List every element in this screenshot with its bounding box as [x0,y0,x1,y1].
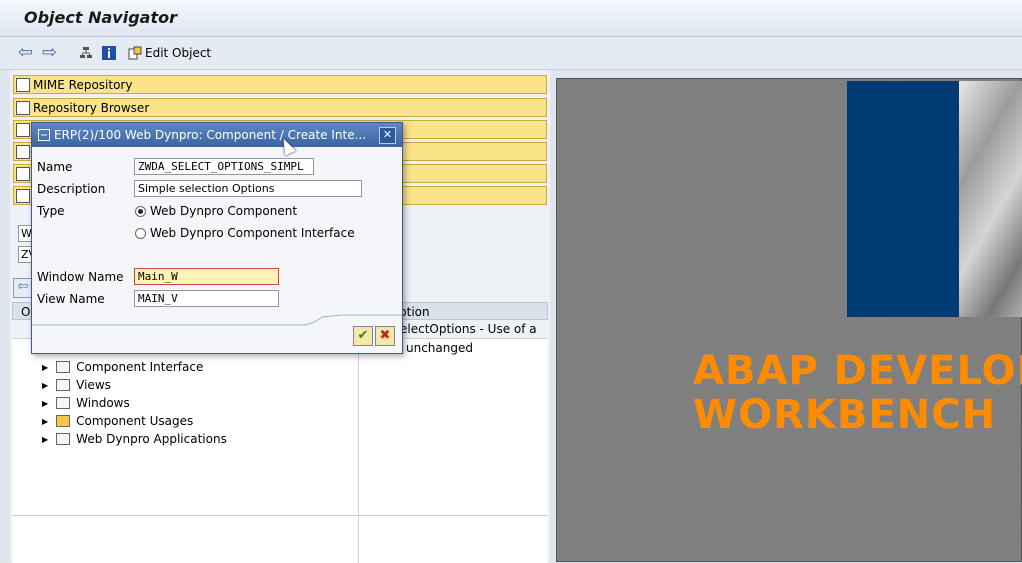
back-button[interactable]: ⇦ [18,44,33,62]
view-name-field[interactable]: MAIN_V [134,290,279,307]
component-usages-icon [56,415,71,427]
tree-item-label: Component Usages [76,414,194,428]
radio-label: Web Dynpro Component [150,204,298,218]
repository-browser-label: Repository Browser [33,100,150,115]
edit-object-icon [128,46,142,60]
tree-back-button[interactable]: ⇦ [13,278,33,298]
create-icon [38,129,50,141]
repository-browser-icon [16,100,30,115]
mime-icon [16,77,30,92]
transport-icon [16,166,30,181]
dialog-title: ERP(2)/100 Web Dynpro: Component / Creat… [54,128,367,142]
radio-web-dynpro-component-interface[interactable]: Web Dynpro Component Interface [135,226,355,240]
workbench-banner: ABAP DEVELOPER WORKBENCH [556,78,1022,562]
name-label: Name [37,160,73,174]
component-interface-icon [56,361,71,373]
tree-item-label: Windows [76,396,130,410]
description-label: Description [37,182,106,196]
tree-item-views[interactable]: ▶ Views [42,376,111,394]
list-icon [16,188,30,203]
cancel-button[interactable]: ✖ [375,326,395,346]
type-label: Type [37,204,65,218]
hierarchy-button[interactable] [79,44,93,62]
tree-item-component-interface[interactable]: ▶ Component Interface [42,358,203,376]
expand-icon[interactable]: ▶ [42,399,48,408]
edit-object-label: Edit Object [145,46,212,60]
banner-line-1: ABAP DEVELOPER [693,349,1022,394]
expand-icon[interactable]: ▶ [42,363,48,372]
expand-icon[interactable]: ▶ [42,381,48,390]
tree-item-label: Web Dynpro Applications [76,432,227,446]
repository-browser-button[interactable]: Repository Browser [13,98,547,117]
radio-web-dynpro-component[interactable]: Web Dynpro Component [135,204,297,218]
forward-button[interactable]: ⇨ [42,44,57,62]
page-title: Object Navigator [24,8,177,27]
document-icon [16,144,30,159]
banner-line-2: WORKBENCH [693,392,997,437]
name-field[interactable]: ZWDA_SELECT_OPTIONS_SIMPL [134,158,314,175]
info-button[interactable] [102,44,116,62]
windows-icon [56,397,71,409]
banner-image [959,81,1022,317]
arrow-right-icon: ⇨ [42,42,58,63]
dialog-separator [32,314,402,326]
close-icon: ✕ [382,128,393,141]
tree-divider [12,515,548,516]
banner-text: ABAP DEVELOPER WORKBENCH [693,349,1022,437]
mime-repository-button[interactable]: MIME Repository [13,75,547,94]
banner-blue-block [847,81,959,317]
expand-icon[interactable]: ▶ [42,435,48,444]
views-icon [56,379,71,391]
mime-repository-label: MIME Repository [33,77,133,92]
view-name-label: View Name [37,292,105,306]
window-name-label: Window Name [37,270,124,284]
title-bar: Object Navigator [0,0,1022,37]
tree-item-web-dynpro-applications[interactable]: ▶ Web Dynpro Applications [42,430,227,448]
arrow-left-icon: ⇦ [18,42,34,63]
window-name-field[interactable]: Main_W [134,268,279,285]
status-text: unchanged [406,341,473,355]
column-divider [358,339,359,563]
object-tree: ▶ Component Interface ▶ Views ▶ Windows … [12,338,548,563]
checkmark-icon: ✔ [357,328,369,343]
description-field[interactable]: Simple selection Options [134,180,362,197]
toolbar: ⇦ ⇨ Edit Object [0,37,1022,70]
cancel-icon: ✖ [379,328,391,343]
hierarchy-icon [80,47,92,58]
tree-item-label: Views [76,378,111,392]
create-component-dialog: ERP(2)/100 Web Dynpro: Component / Creat… [31,122,403,354]
info-icon [102,46,116,60]
confirm-button[interactable]: ✔ [353,326,373,346]
radio-label: Web Dynpro Component Interface [150,226,355,240]
dialog-title-bar[interactable]: ERP(2)/100 Web Dynpro: Component / Creat… [32,123,402,147]
tree-item-windows[interactable]: ▶ Windows [42,394,130,412]
application-icon [56,433,71,445]
edit-object-button[interactable]: Edit Object [128,44,211,62]
tree-item-label: Component Interface [76,360,204,374]
close-button[interactable]: ✕ [379,127,396,144]
radio-unselected-icon[interactable] [135,227,146,239]
radio-selected-icon[interactable] [135,205,146,217]
tree-item-component-usages[interactable]: ▶ Component Usages [42,412,193,430]
tree-icon [16,122,30,137]
expand-icon[interactable]: ▶ [42,417,48,426]
